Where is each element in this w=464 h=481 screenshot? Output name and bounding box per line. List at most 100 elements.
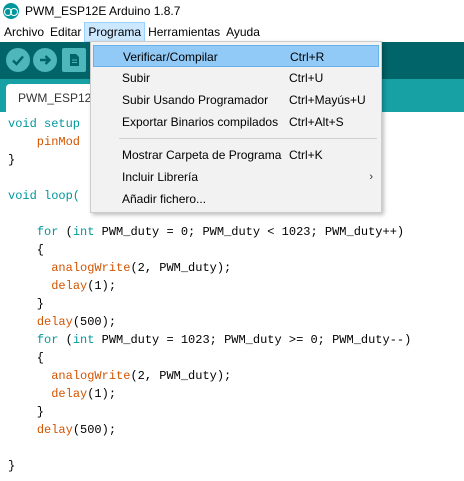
code-token: = 1023; [159,333,225,347]
menu-item-shortcut: Ctrl+Mayús+U [289,93,366,107]
new-button[interactable] [62,48,86,72]
code-token: (1); [87,387,117,401]
code-token: PWM_duty [101,225,160,239]
code-line: { [8,351,45,365]
code-token: ++) [382,225,405,239]
upload-button[interactable] [33,48,57,72]
code-token: PWM_duty [224,333,282,347]
code-token: (500); [72,315,117,329]
menu-bar: Archivo Editar Programa Herramientas Ayu… [0,22,464,42]
code-line: analogWrite(2, PWM_duty); [8,367,231,385]
code-token: (2, [130,369,160,383]
code-line: delay(500); [8,421,116,439]
code-token: (500); [72,423,117,437]
window-title: PWM_ESP12E Arduino 1.8.7 [25,4,181,18]
code-token: PWM_duty [202,225,261,239]
menu-ayuda[interactable]: Ayuda [223,22,263,42]
new-icon [70,54,79,66]
menu-item-label: Subir [122,71,151,85]
code-token: PWM_duty [101,333,160,347]
title-bar: PWM_ESP12E Arduino 1.8.7 [0,0,464,22]
menu-item-label: Mostrar Carpeta de Programa [122,148,282,162]
programa-dropdown-menu: Verificar/Compilar Ctrl+R Subir Ctrl+U S… [90,41,382,213]
code-token: >= 0; [281,333,333,347]
upload-icon [40,55,52,65]
code-line: delay(500); [8,313,116,331]
code-token: PWM_duty [159,369,217,383]
code-token: void loop( [8,189,81,203]
code-token: PWM_duty [332,333,390,347]
code-token: for [36,225,59,239]
menu-item-exportar-binarios[interactable]: Exportar Binarios compilados Ctrl+Alt+S [93,111,379,133]
menu-item-verificar[interactable]: Verificar/Compilar Ctrl+R [93,45,379,67]
code-token: ); [216,261,232,275]
menu-item-shortcut: Ctrl+Alt+S [289,115,344,129]
code-line: } [8,297,45,311]
menu-item-subir[interactable]: Subir Ctrl+U [93,67,379,89]
menu-item-label: Incluir Librería [122,170,199,184]
code-line: delay(1); [8,385,116,403]
code-token: pinMod [8,135,81,149]
code-line: for (int PWM_duty = 0; PWM_duty < 1023; … [8,223,404,241]
code-token: delay [36,315,73,329]
code-token: = 0; [159,225,203,239]
code-token: delay [51,387,88,401]
code-token: PWM_duty [159,261,217,275]
code-line: analogWrite(2, PWM_duty); [8,259,231,277]
code-line: } [8,153,16,167]
menu-item-shortcut: Ctrl+R [290,50,325,64]
menu-editar[interactable]: Editar [47,22,84,42]
code-line: void loop( [8,187,80,205]
code-token: ); [216,369,232,383]
code-token: (2, [130,261,160,275]
menu-item-label: Subir Usando Programador [122,93,269,107]
chevron-right-icon: › [369,171,373,183]
menu-item-label: Verificar/Compilar [123,50,218,64]
code-line: pinMod [8,133,80,151]
arduino-logo-icon [3,3,19,19]
menu-programa[interactable]: Programa [84,22,146,42]
verify-button[interactable] [6,48,30,72]
code-token: analogWrite [51,261,131,275]
menu-item-incluir-libreria[interactable]: Incluir Librería › [93,166,379,188]
code-line: } [8,405,45,419]
code-token: analogWrite [51,369,131,383]
code-token: ( [58,225,73,239]
code-token: delay [36,423,73,437]
menu-archivo[interactable]: Archivo [0,22,47,42]
code-token: PWM_duty [324,225,383,239]
menu-item-label: Exportar Binarios compilados [122,115,279,129]
code-token: < 1023; [260,225,325,239]
code-token: int [72,333,95,347]
code-line: void setup [8,115,80,133]
menu-item-shortcut: Ctrl+U [289,71,324,85]
verify-icon [12,55,24,66]
menu-item-mostrar-carpeta[interactable]: Mostrar Carpeta de Programa Ctrl+K [93,144,379,166]
code-token: for [36,333,59,347]
menu-item-label: Añadir fichero... [122,192,207,206]
code-token: delay [51,279,88,293]
code-token: int [72,225,95,239]
code-line: } [8,459,16,473]
menu-item-shortcut: Ctrl+K [289,148,323,162]
menu-item-subir-programador[interactable]: Subir Usando Programador Ctrl+Mayús+U [93,89,379,111]
code-line: { [8,243,45,257]
code-token: --) [389,333,412,347]
menu-herramientas[interactable]: Herramientas [145,22,223,42]
menu-separator [119,138,377,139]
code-token: void setup [8,117,81,131]
code-line: delay(1); [8,277,116,295]
code-line: for (int PWM_duty = 1023; PWM_duty >= 0;… [8,331,412,349]
code-token: ( [58,333,73,347]
menu-item-anadir-fichero[interactable]: Añadir fichero... [93,188,379,210]
